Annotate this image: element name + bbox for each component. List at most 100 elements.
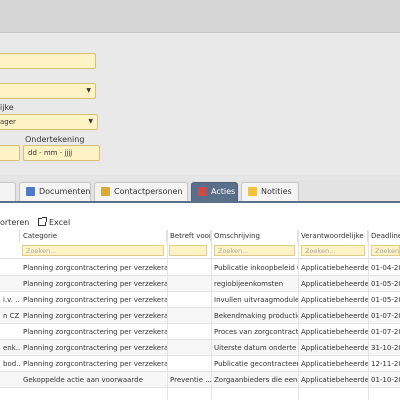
column-divider [167,230,168,400]
table-cell: 01-05-20 [371,280,400,288]
tab-bar: Documenten Contactpersonen Acties Notiti… [0,180,400,201]
table-row[interactable]: i.v. ...Planning zorgcontractering per v… [0,292,400,308]
filter-deadline-input[interactable]: Zoeken... [371,245,400,256]
verantwoordelijke-value: ager [0,118,16,126]
table-cell: Planning zorgcontractering per verzekera… [23,280,167,288]
table-cell: Bekendmaking productie... [214,312,298,320]
tab-notities[interactable]: Notities [241,182,299,201]
column-header-categorie[interactable]: Categorie [20,230,167,242]
table-cell [0,264,20,274]
table-cell: 01-05-20 [371,296,400,304]
table-cell: regiobijeenkomsten [214,280,284,288]
table-cell: Planning zorgcontractering per verzekera… [23,296,167,304]
chevron-down-icon: ▼ [88,118,93,125]
table-row[interactable]: Planning zorgcontractering per verzekera… [0,260,400,276]
tab-partial[interactable] [0,182,16,201]
column-header-verantwoordelijke[interactable]: Verantwoordelijke [298,230,368,242]
table-cell: n CZ [3,312,20,320]
verantwoordelijke-label: ijke [0,103,14,112]
table-cell: Zorgaanbieders die een ... [214,376,298,384]
excel-button[interactable]: Excel [49,218,70,227]
table-cell: Planning zorgcontractering per verzekera… [23,312,167,320]
documents-icon [26,187,35,196]
table-cell: Applicatiebeheerde... [301,328,368,336]
table-cell [167,328,211,338]
table-cell [167,296,211,306]
table-cell: Preventie ... [170,376,211,384]
table-cell: 01-10-20 [371,376,400,384]
ondertekening-date-input[interactable]: dd - mm - jjjj [23,145,100,161]
tab-contactpersonen[interactable]: Contactpersonen [94,182,188,201]
table-cell: 01-07-20 [371,312,400,320]
column-divider [298,230,299,400]
filter-verantwoordelijke-input[interactable]: Zoeken... [301,245,365,256]
table-cell: enk... [3,344,20,352]
table-cell [0,328,20,338]
table-cell: i.v. ... [3,296,20,304]
table-cell [167,360,211,370]
tab-documenten[interactable]: Documenten [19,182,91,201]
table-row[interactable]: Planning zorgcontractering per verzekera… [0,324,400,340]
top-bar [0,0,400,33]
table-cell: Uiterste datum onderte k... [214,344,298,352]
table-cell [167,344,211,354]
table-row[interactable]: Gekoppelde actie aan voorwaarde Preventie… [0,372,400,388]
table-cell: Applicatiebeheerde... [301,296,368,304]
filter-betreft-input[interactable] [169,245,207,256]
table-cell: Planning zorgcontractering per verzekera… [23,328,167,336]
table-cell: Applicatiebeheerde... [301,344,368,352]
table-cell: 01-04-20 [371,264,400,272]
table-cell [167,280,211,290]
table-cell: bod... [3,360,20,368]
tab-label: Documenten [39,187,91,196]
filter-categorie-input[interactable]: Zoeken... [22,245,164,256]
tab-label: Acties [211,187,236,196]
table-cell [0,280,20,290]
tab-label: Notities [261,187,292,196]
table-cell: 31-10-20 [371,344,400,352]
column-divider [368,230,369,400]
table-cell: Planning zorgcontractering per verzekera… [23,360,167,368]
table-cell: Publicatie gecontracteer... [214,360,298,368]
verantwoordelijke-select[interactable]: ager ▼ [0,114,98,130]
table-cell: Planning zorgcontractering per verzekera… [23,264,167,272]
text-field-1[interactable] [0,53,96,69]
table-cell: Planning zorgcontractering per verzekera… [23,344,167,352]
table-cell: Gekoppelde actie aan voorwaarde [23,376,143,384]
export-icon[interactable] [38,217,47,226]
contacts-icon [101,187,110,196]
date-placeholder: dd - mm - jjjj [28,149,73,157]
column-header-deadline[interactable]: Deadline [368,230,400,242]
table-cell: Applicatiebeheerde... [301,264,368,272]
table-cell [167,264,211,274]
actions-icon [198,187,207,196]
table-cell: Invullen uitvraagmodule ... [214,296,298,304]
date-field-1[interactable] [0,145,20,161]
ondertekening-label: Ondertekening [25,135,85,144]
table-row[interactable]: Planning zorgcontractering per verzekera… [0,276,400,292]
tab-acties[interactable]: Acties [191,182,238,201]
select-field-1[interactable]: ▼ [0,83,96,99]
table-row[interactable]: enk...Planning zorgcontractering per ver… [0,340,400,356]
table-row[interactable]: n CZ Planning zorgcontractering per verze… [0,308,400,324]
table-row[interactable]: bod...Planning zorgcontractering per ver… [0,356,400,372]
table-cell [0,376,20,386]
column-divider [211,230,212,400]
table-cell: Applicatiebeheerde... [301,312,368,320]
chevron-down-icon: ▼ [86,87,91,94]
column-header-betreft-voor[interactable]: Betreft voor [167,230,211,242]
table-cell: Applicatiebeheerde... [301,376,368,384]
actions-panel: orteren Excel Categorie Betreft voor Oms… [0,201,400,400]
filter-row: Zoeken... Zoeken... Zoeken... Zoeken... [0,243,400,259]
table-cell [167,312,211,322]
form-area: ▼ ijke ager ▼ Ondertekening dd - mm - jj… [0,33,400,175]
table-cell: 12-11-20 [371,360,400,368]
notes-icon [248,187,257,196]
table-cell: 01-07-20 [371,328,400,336]
sort-button[interactable]: orteren [0,218,29,227]
column-header[interactable] [0,230,20,242]
table-cell: Applicatiebeheerde... [301,280,368,288]
filter-omschrijving-input[interactable]: Zoeken... [214,245,295,256]
column-header-omschrijving[interactable]: Omschrijving [211,230,298,242]
table-cell: Proces van zorgcontract... [214,328,298,336]
